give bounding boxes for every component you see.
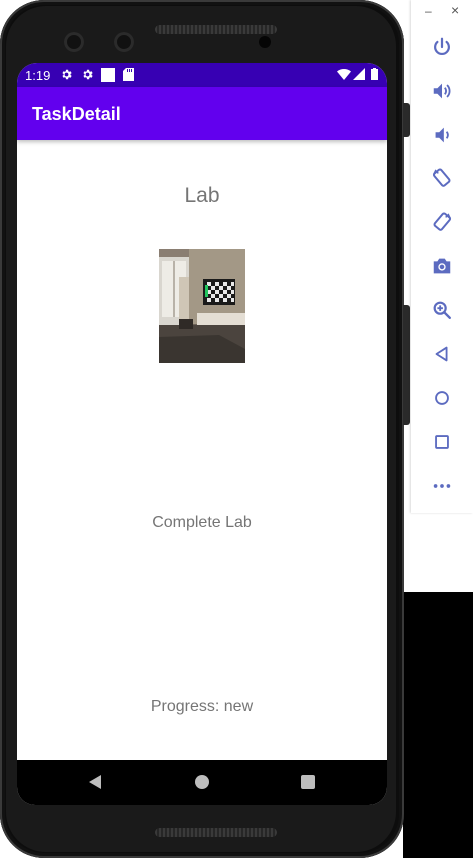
volume-up-icon[interactable] bbox=[428, 77, 456, 105]
power-side-button[interactable] bbox=[403, 103, 410, 137]
proximity-sensor-icon bbox=[259, 36, 271, 48]
device-screen: 1:19 TaskDetail Lab Complete Lab Progres… bbox=[17, 63, 387, 805]
progress-text: Progress: new bbox=[150, 698, 254, 715]
battery-icon bbox=[371, 68, 378, 83]
volume-down-icon[interactable] bbox=[428, 121, 456, 149]
emulator-toolbar: – × bbox=[411, 0, 473, 513]
status-bar: 1:19 bbox=[17, 63, 387, 87]
back-icon[interactable] bbox=[85, 772, 105, 792]
rotate-right-icon[interactable] bbox=[428, 208, 456, 236]
task-title: Lab bbox=[184, 184, 220, 207]
desktop-background bbox=[403, 592, 473, 858]
overview-icon[interactable] bbox=[428, 428, 456, 456]
signal-icon bbox=[353, 68, 365, 83]
sd-card-icon bbox=[123, 68, 134, 84]
back-icon[interactable] bbox=[428, 340, 456, 368]
task-detail-content: Lab Complete Lab Progress: new bbox=[17, 140, 387, 760]
front-sensor-icon bbox=[114, 32, 134, 52]
settings-icon bbox=[81, 68, 94, 84]
wifi-icon bbox=[337, 68, 351, 83]
volume-side-button[interactable] bbox=[403, 305, 410, 425]
close-icon[interactable]: × bbox=[451, 2, 459, 18]
more-icon[interactable] bbox=[428, 472, 456, 500]
rotate-left-icon[interactable] bbox=[428, 164, 456, 192]
settings-icon bbox=[60, 68, 73, 84]
app-title: TaskDetail bbox=[32, 104, 121, 124]
home-icon[interactable] bbox=[192, 772, 212, 792]
complete-task-button[interactable]: Complete Lab bbox=[17, 514, 387, 532]
status-time: 1:19 bbox=[25, 68, 51, 83]
notification-square-icon bbox=[101, 68, 115, 82]
power-icon[interactable] bbox=[428, 33, 456, 61]
front-camera-icon bbox=[64, 32, 84, 52]
bottom-speaker bbox=[155, 828, 277, 837]
navigation-bar bbox=[17, 760, 387, 805]
task-image bbox=[159, 249, 245, 363]
home-icon[interactable] bbox=[428, 384, 456, 412]
app-bar: TaskDetail bbox=[17, 87, 387, 140]
camera-icon[interactable] bbox=[428, 252, 456, 280]
earpiece-speaker bbox=[155, 25, 277, 34]
minimize-icon[interactable]: – bbox=[425, 4, 432, 18]
zoom-icon[interactable] bbox=[428, 296, 456, 324]
recents-icon[interactable] bbox=[298, 772, 318, 792]
